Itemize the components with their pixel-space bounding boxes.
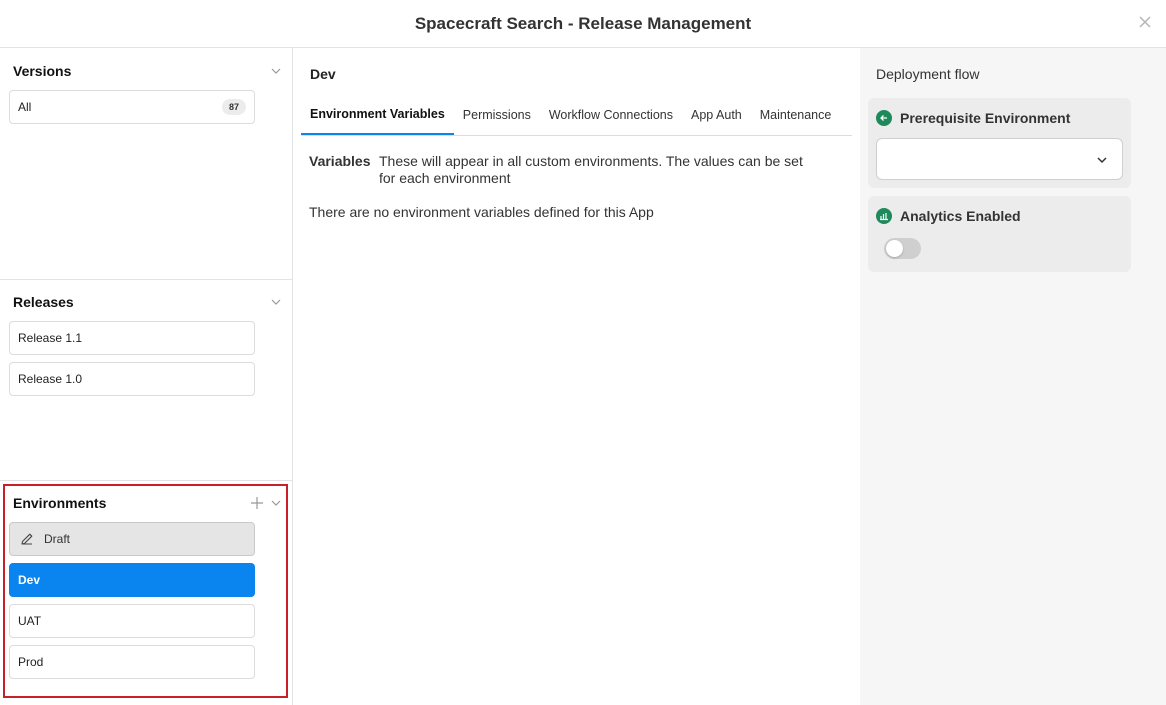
window-title: Spacecraft Search - Release Management: [414, 13, 752, 33]
environment-item-prod[interactable]: Prod: [9, 645, 255, 679]
tab-workflow-connections[interactable]: Workflow Connections: [540, 94, 682, 135]
variables-description: These will appear in all custom environm…: [379, 153, 803, 186]
tab-maintenance[interactable]: Maintenance: [751, 94, 841, 135]
version-item-all[interactable]: All 87: [9, 90, 255, 124]
environment-item-dev[interactable]: Dev: [9, 563, 255, 597]
arrow-left-icon: [876, 110, 892, 126]
release-item[interactable]: Release 1.0: [9, 362, 255, 396]
environment-item-label: Dev: [18, 573, 41, 587]
chevron-down-icon[interactable]: [270, 296, 282, 308]
window-titlebar: Spacecraft Search - Release Management: [0, 0, 1166, 48]
release-item[interactable]: Release 1.1: [9, 321, 255, 355]
environment-item-uat[interactable]: UAT: [9, 604, 255, 638]
prerequisite-environment-card: Prerequisite Environment: [868, 98, 1131, 188]
left-panel: Versions All 87 Releases Release 1.1 Rel…: [0, 48, 293, 705]
analytics-chart-icon: [876, 208, 892, 224]
analytics-toggle[interactable]: [884, 238, 921, 259]
tab-app-auth[interactable]: App Auth: [682, 94, 751, 135]
empty-state-message: There are no environment variables defin…: [309, 204, 654, 220]
deployment-flow-title: Deployment flow: [876, 66, 980, 82]
versions-title: Versions: [13, 63, 72, 79]
chevron-down-icon[interactable]: [270, 65, 282, 77]
tab-permissions[interactable]: Permissions: [454, 94, 540, 135]
environment-heading: Dev: [310, 66, 336, 82]
toggle-knob: [886, 240, 903, 257]
close-icon[interactable]: [1136, 13, 1154, 31]
variables-label: Variables: [309, 153, 371, 169]
environments-title: Environments: [13, 495, 107, 511]
versions-section: Versions All 87: [0, 61, 292, 281]
analytics-label: Analytics Enabled: [900, 208, 1021, 224]
prerequisite-label: Prerequisite Environment: [900, 110, 1071, 126]
deployment-flow-panel: Deployment flow Prerequisite Environment: [860, 48, 1166, 705]
releases-title: Releases: [13, 294, 74, 310]
version-item-label: All: [18, 100, 32, 114]
environments-section: Environments Draft Dev UAT Prod: [0, 493, 292, 693]
pencil-icon: [21, 533, 33, 545]
variables-info: Variables These will appear in all custo…: [309, 153, 819, 187]
analytics-card: Analytics Enabled: [868, 196, 1131, 272]
releases-section: Releases Release 1.1 Release 1.0: [0, 292, 292, 482]
chevron-down-icon: [1097, 157, 1107, 164]
environment-item-label: Draft: [44, 532, 71, 546]
section-divider: [0, 279, 292, 280]
tab-bar: Environment Variables Permissions Workfl…: [301, 94, 852, 136]
chevron-down-icon[interactable]: [270, 497, 282, 509]
environment-item-draft[interactable]: Draft: [9, 522, 255, 556]
version-count-badge: 87: [221, 99, 246, 115]
environment-item-label: Prod: [18, 655, 44, 669]
section-divider: [0, 480, 292, 481]
release-item-label: Release 1.1: [18, 331, 83, 345]
release-item-label: Release 1.0: [18, 372, 83, 386]
environment-detail-panel: Dev Environment Variables Permissions Wo…: [293, 48, 860, 705]
prerequisite-environment-select[interactable]: [876, 138, 1123, 180]
tab-environment-variables[interactable]: Environment Variables: [301, 94, 454, 135]
environment-item-label: UAT: [18, 614, 42, 628]
add-icon[interactable]: [250, 496, 264, 510]
